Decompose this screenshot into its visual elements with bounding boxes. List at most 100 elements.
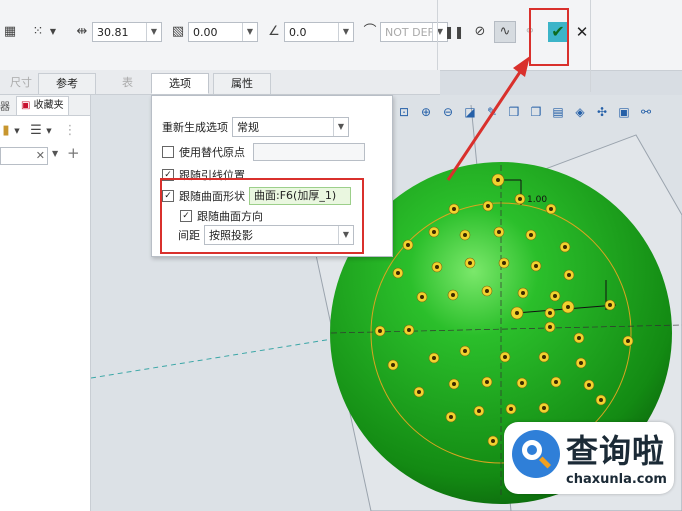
view-toolbar: ⊡ ⊕ ⊖ ◪ ✎ ❒ ❐ ▤ ◈ ✣ ▣ ⚯ [393, 102, 657, 122]
toolbar-row: ▦ ⁙ ▼ ⇹ 30.81 ▼ ▧ 0.00 ▼ ∠ 0.0 ▼ ⌒ NOT DEFI… [0, 20, 448, 44]
highlight-box-options [160, 178, 364, 254]
list-icon[interactable]: ☰ [28, 121, 44, 141]
magnifier-logo-icon [512, 430, 560, 478]
pattern-member-hole [534, 264, 538, 268]
pattern-member-hole [502, 261, 506, 265]
chevron-down-icon[interactable]: ▼ [44, 121, 54, 141]
view-manager-icon[interactable]: ▤ [547, 102, 569, 122]
filter-icon[interactable]: ⋮ [62, 121, 78, 141]
pattern-member-hole [485, 289, 489, 293]
regen-select[interactable]: 常规 ▼ [232, 117, 349, 137]
direction-value[interactable]: NOT DEFI [381, 26, 432, 39]
repaint-icon[interactable]: ✎ [481, 102, 503, 122]
toolbar-divider [590, 0, 591, 92]
pattern-member-hole [542, 406, 546, 410]
pattern-member-hole [463, 349, 467, 353]
pattern-member-hole [579, 361, 583, 365]
pattern-dots-icon[interactable]: ⁙ [28, 22, 48, 42]
select-icon[interactable]: ▦ [0, 22, 20, 42]
pattern-member-hole [599, 398, 603, 402]
chevron-down-icon[interactable]: ▼ [146, 23, 161, 41]
datum-display-icon[interactable]: ✣ [591, 102, 613, 122]
pattern-member-hole [566, 305, 570, 309]
pattern-member-hole [378, 329, 382, 333]
alt-origin-field[interactable] [253, 143, 365, 161]
tab-references[interactable]: 参考 [38, 73, 96, 94]
perspective-icon[interactable]: ◈ [569, 102, 591, 122]
no-entry-icon[interactable]: ⊘ [470, 22, 490, 42]
pattern-member-hole [496, 178, 500, 182]
pattern-member-hole [452, 382, 456, 386]
highlight-box-confirm [529, 8, 569, 66]
pattern-member-hole [587, 383, 591, 387]
add-icon[interactable]: + [67, 144, 80, 162]
pattern-member-hole [497, 230, 501, 234]
chevron-down-icon[interactable]: ▼ [52, 149, 58, 158]
pattern-member-hole [407, 328, 411, 332]
pattern-member-hole [432, 230, 436, 234]
pattern-member-hole [463, 233, 467, 237]
alt-origin-checkbox[interactable] [162, 146, 174, 158]
pattern-member-hole [432, 356, 436, 360]
pattern-member-hole [509, 407, 513, 411]
pattern-member-hole [554, 380, 558, 384]
pattern-member-hole [567, 273, 571, 277]
favorites-icon: ▣ [21, 100, 31, 111]
pause-icon[interactable]: ❚❚ [444, 22, 464, 42]
action-group: ❚❚ ⊘ ∿ ⚭ ✔ ✕ [444, 20, 592, 44]
pattern-member-hole [542, 355, 546, 359]
hatch-icon: ▧ [171, 24, 185, 39]
regen-label: 重新生成选项 [162, 121, 228, 134]
pattern-member-hole [529, 233, 533, 237]
chevron-down-icon[interactable]: ▼ [333, 118, 348, 136]
watermark-url: chaxunla.com [566, 472, 667, 487]
pattern-member-hole [549, 207, 553, 211]
spacing-combo[interactable]: 30.81 ▼ [92, 22, 162, 42]
pattern-member-hole [477, 409, 481, 413]
pattern-member-hole [515, 311, 519, 315]
folder-icon[interactable]: ▮ [0, 121, 12, 141]
pattern-member-hole [521, 291, 525, 295]
tab-properties[interactable]: 属性 [213, 73, 271, 94]
zoom-out-icon[interactable]: ⊖ [437, 102, 459, 122]
preview-icon[interactable]: ∿ [494, 21, 516, 43]
pattern-member-hole [391, 363, 395, 367]
chevron-down-icon[interactable]: ▼ [48, 22, 58, 42]
tab-table[interactable]: 表 [110, 73, 145, 94]
pattern-member-hole [485, 380, 489, 384]
pattern-member-hole [420, 295, 424, 299]
left-panel-tabs: 器 ▣ 收藏夹 [0, 95, 90, 116]
regen-value[interactable]: 常规 [233, 119, 333, 135]
tab-favorites[interactable]: ▣ 收藏夹 [16, 96, 69, 116]
tree-tab-fragment[interactable]: 器 [0, 98, 10, 113]
chevron-down-icon[interactable]: ▼ [12, 121, 22, 141]
pattern-member-hole [548, 325, 552, 329]
search-input[interactable]: ✕ [0, 147, 48, 165]
toolbar: ▦ ⁙ ▼ ⇹ 30.81 ▼ ▧ 0.00 ▼ ∠ 0.0 ▼ ⌒ NOT DEFI… [0, 0, 682, 92]
reframe-icon[interactable]: ◪ [459, 102, 481, 122]
zoom-in-icon[interactable]: ⊕ [415, 102, 437, 122]
left-panel-toolbar: ▮ ▼ ☰ ▼ ⋮ [0, 121, 78, 141]
clear-icon[interactable]: ✕ [36, 149, 45, 162]
curve-icon: ⌒ [363, 24, 377, 39]
close-icon[interactable]: ✕ [572, 22, 592, 42]
annotation-icon[interactable]: ▣ [613, 102, 635, 122]
offset-combo[interactable]: 0.00 ▼ [188, 22, 258, 42]
offset-value[interactable]: 0.00 [189, 26, 242, 39]
tab-options[interactable]: 选项 [151, 73, 209, 94]
pattern-member-hole [396, 271, 400, 275]
pattern-member-hole [503, 355, 507, 359]
angle-icon: ∠ [268, 24, 280, 39]
refit-icon[interactable]: ⊡ [393, 102, 415, 122]
angle-combo[interactable]: 0.0 ▼ [284, 22, 354, 42]
saved-views-icon[interactable]: ❐ [525, 102, 547, 122]
spacing-icon: ⇹ [76, 24, 88, 39]
regen-row: 重新生成选项 常规 ▼ [162, 117, 349, 137]
display-style-icon[interactable]: ❒ [503, 102, 525, 122]
angle-value[interactable]: 0.0 [285, 26, 338, 39]
spacing-value[interactable]: 30.81 [93, 26, 146, 39]
spin-center-icon[interactable]: ⚯ [635, 102, 657, 122]
chevron-down-icon[interactable]: ▼ [338, 23, 353, 41]
chevron-down-icon[interactable]: ▼ [242, 23, 257, 41]
pattern-member-hole [451, 293, 455, 297]
